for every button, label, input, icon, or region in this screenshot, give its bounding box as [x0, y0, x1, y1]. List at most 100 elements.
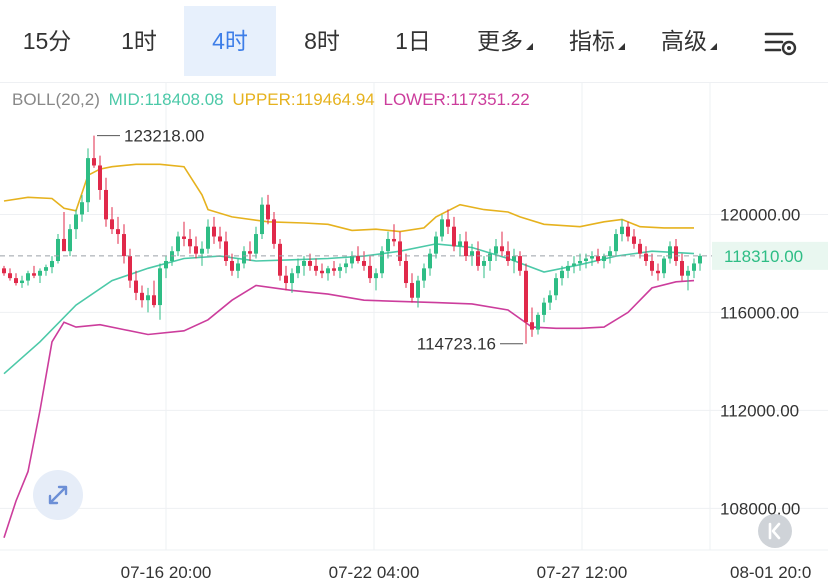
chart-axes: 120000.00116000.00112000.00108000.0007-1…: [121, 205, 812, 582]
jump-to-latest-icon: [768, 522, 781, 540]
candle-body: [62, 238, 66, 252]
candle-body: [596, 256, 600, 261]
candle-body: [164, 260, 168, 269]
low-annotation-label: 114723.16: [417, 335, 496, 354]
candle-body: [380, 251, 384, 274]
candle-body: [266, 204, 270, 220]
candle-body: [458, 241, 462, 247]
x-tick-label: 07-22 04:00: [329, 563, 420, 582]
candle-body: [104, 189, 108, 220]
candle-body: [44, 267, 48, 271]
candle-body: [50, 260, 54, 268]
expand-button[interactable]: [33, 470, 83, 520]
candle-body: [74, 214, 78, 230]
candle-body: [86, 158, 90, 203]
candle-body: [446, 219, 450, 227]
jump-to-latest-button[interactable]: [758, 514, 792, 548]
candle-body: [320, 270, 324, 274]
candle-body: [56, 238, 60, 261]
candle-body: [248, 251, 252, 254]
candle-body: [500, 246, 504, 252]
candle-body: [242, 251, 246, 264]
boll-lower-line: [3, 279, 695, 539]
candle-body: [476, 251, 480, 266]
candle-body: [158, 268, 162, 306]
candle-body: [452, 226, 456, 247]
candle-body: [632, 236, 636, 244]
candle-body: [260, 204, 264, 235]
candle-body: [464, 241, 468, 257]
candle-body: [650, 260, 654, 271]
candle-body: [254, 234, 258, 254]
candle-body: [356, 256, 360, 261]
candle-body: [182, 236, 186, 239]
candle-body: [386, 238, 390, 252]
candle-body: [416, 280, 420, 298]
candle-body: [188, 238, 192, 247]
candle-body: [344, 263, 348, 268]
candle-body: [572, 263, 576, 266]
y-tick-label: 116000.00: [720, 303, 799, 322]
candle-body: [428, 253, 432, 269]
candle-body: [284, 275, 288, 284]
candle-body: [548, 295, 552, 303]
candle-body: [326, 268, 330, 274]
current-price-label: 118310.00: [724, 247, 803, 266]
candle-body: [224, 241, 228, 261]
candle-body: [14, 278, 18, 284]
bollinger-bands: [3, 163, 695, 539]
candle-body: [608, 251, 612, 257]
x-tick-label: 08-01 20:0: [730, 563, 811, 582]
candle-body: [584, 258, 588, 261]
candle-body: [686, 270, 690, 276]
y-tick-label: 112000.00: [720, 401, 799, 420]
candle-body: [20, 280, 24, 284]
candle-body: [560, 270, 564, 279]
candle-body: [38, 270, 42, 276]
candle-body: [176, 236, 180, 252]
candle-body: [32, 273, 36, 276]
boll-legend-upper: UPPER:119464.94: [232, 90, 375, 109]
candle-body: [278, 243, 282, 276]
y-tick-label: 120000.00: [720, 205, 800, 224]
candle-body: [590, 256, 594, 259]
candle-body: [692, 263, 696, 271]
candle-body: [482, 260, 486, 266]
candle-body: [518, 256, 522, 271]
candle-body: [332, 268, 336, 271]
candle-body: [638, 243, 642, 254]
candle-body: [392, 238, 396, 242]
candle-body: [626, 226, 630, 237]
candle-body: [662, 258, 666, 274]
candle-body: [92, 158, 96, 166]
candle-body: [656, 270, 660, 274]
candle-body: [494, 246, 498, 254]
candle-body: [98, 165, 102, 190]
candle-body: [404, 260, 408, 284]
candle-body: [122, 234, 126, 257]
candle-body: [212, 226, 216, 237]
candle-body: [194, 246, 198, 254]
candle-body: [410, 283, 414, 298]
candle-body: [116, 229, 120, 235]
candle-body: [302, 260, 306, 266]
candle-body: [374, 273, 378, 279]
candle-body: [134, 280, 138, 293]
candle-body: [434, 236, 438, 254]
candle-body: [272, 219, 276, 244]
candle-body: [218, 236, 222, 242]
boll-legend-mid: MID:118408.08: [108, 90, 224, 109]
candle-body: [422, 268, 426, 281]
candle-body: [8, 273, 12, 279]
candlestick-chart[interactable]: 118310.00 123218.00 114723.16 120000.00 116…: [0, 0, 828, 588]
candle-body: [488, 253, 492, 261]
boll-legend-lower: LOWER:117351.22: [383, 90, 530, 109]
candle-body: [368, 265, 372, 279]
candle-body: [128, 256, 132, 281]
candle-body: [554, 278, 558, 296]
candle-body: [674, 246, 678, 261]
boll-mid-line: [3, 243, 695, 375]
x-tick-label: 07-27 12:00: [537, 563, 628, 582]
candle-body: [350, 256, 354, 264]
candle-body: [362, 260, 366, 266]
